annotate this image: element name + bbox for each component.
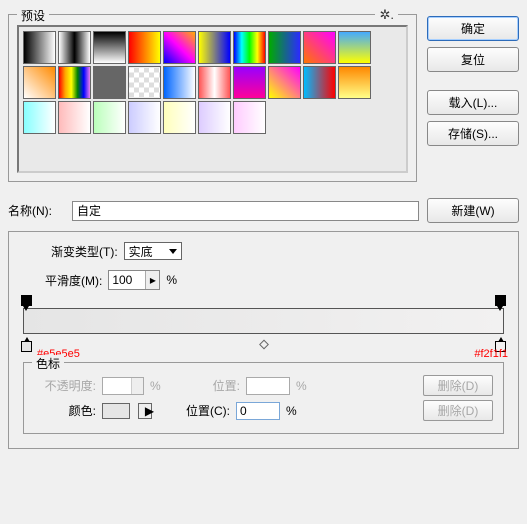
stops-title: 色标 [32, 355, 64, 372]
preset-swatch[interactable] [128, 31, 161, 64]
preset-swatch[interactable] [23, 66, 56, 99]
color-stop-left[interactable] [21, 341, 32, 352]
preset-swatch[interactable] [198, 31, 231, 64]
presets-title: 预设 [17, 7, 49, 24]
save-button[interactable]: 存储(S)... [427, 121, 519, 146]
preset-swatch[interactable] [58, 66, 91, 99]
preset-swatch[interactable] [233, 66, 266, 99]
preset-swatch[interactable] [128, 101, 161, 134]
preset-swatch[interactable] [268, 66, 301, 99]
gradient-editor: #e5e5e5 #f2f1f1 [23, 308, 504, 334]
gradient-bar[interactable] [23, 308, 504, 334]
preset-swatch[interactable] [23, 31, 56, 64]
swatch-grid [19, 27, 406, 138]
gradtype-value: 实底 [129, 243, 153, 260]
smooth-input[interactable] [109, 271, 145, 289]
preset-swatch[interactable] [233, 101, 266, 134]
smooth-label: 平滑度(M): [45, 272, 102, 289]
preset-swatch[interactable] [198, 66, 231, 99]
anno-right: #f2f1f1 [474, 348, 508, 360]
preset-swatch[interactable] [303, 66, 336, 99]
reset-button[interactable]: 复位 [427, 47, 519, 72]
preset-swatch[interactable] [163, 31, 196, 64]
preset-swatch[interactable] [338, 66, 371, 99]
pos-unit: % [296, 379, 307, 393]
new-button[interactable]: 新建(W) [427, 198, 519, 223]
name-label: 名称(N): [8, 202, 64, 219]
pos2-label: 位置(C): [186, 402, 230, 419]
delete-color-button: 删除(D) [423, 400, 493, 421]
opacity-unit: % [150, 379, 161, 393]
preset-swatch[interactable] [198, 101, 231, 134]
midpoint-handle[interactable] [259, 340, 269, 350]
stops-group: 色标 不透明度: % 位置: % 删除(D) 颜色: ▶ 位置(C): % 删除… [23, 362, 504, 434]
opacity-field [102, 377, 144, 395]
pos2-input[interactable] [236, 402, 280, 420]
smooth-spin[interactable]: ▸ [145, 271, 159, 289]
presets-group: 预设 ✲. [8, 14, 417, 182]
pos2-unit: % [286, 404, 297, 418]
preset-swatch[interactable] [58, 31, 91, 64]
gear-icon[interactable]: ✲. [375, 7, 398, 23]
pos-field [246, 377, 290, 395]
name-input[interactable] [72, 201, 419, 221]
smooth-field[interactable]: ▸ [108, 270, 160, 290]
opacity-stop-left[interactable] [21, 295, 32, 306]
opacity-label: 不透明度: [34, 377, 96, 394]
preset-swatch[interactable] [268, 31, 301, 64]
pos-label: 位置: [213, 377, 240, 394]
color-swatch[interactable] [102, 403, 130, 419]
preset-swatch[interactable] [58, 101, 91, 134]
color-label: 颜色: [34, 402, 96, 419]
gradtype-select[interactable]: 实底 [124, 242, 182, 260]
preset-swatch[interactable] [93, 66, 126, 99]
preset-swatch[interactable] [303, 31, 336, 64]
gradient-group: 渐变类型(T): 实底 平滑度(M): ▸ % #e5e5e5 #f2f1f1 … [8, 231, 519, 449]
preset-swatch[interactable] [163, 101, 196, 134]
delete-opacity-button: 删除(D) [423, 375, 493, 396]
opacity-stop-right[interactable] [495, 295, 506, 306]
color-picker-button[interactable]: ▶ [138, 403, 152, 419]
chevron-down-icon [169, 249, 177, 254]
preset-box [17, 25, 408, 173]
preset-swatch[interactable] [163, 66, 196, 99]
gradtype-label: 渐变类型(T): [51, 243, 118, 260]
smooth-unit: % [166, 273, 177, 287]
preset-swatch[interactable] [93, 101, 126, 134]
preset-swatch[interactable] [23, 101, 56, 134]
preset-swatch[interactable] [93, 31, 126, 64]
preset-swatch[interactable] [128, 66, 161, 99]
load-button[interactable]: 载入(L)... [427, 90, 519, 115]
ok-button[interactable]: 确定 [427, 16, 519, 41]
preset-swatch[interactable] [233, 31, 266, 64]
preset-swatch[interactable] [338, 31, 371, 64]
